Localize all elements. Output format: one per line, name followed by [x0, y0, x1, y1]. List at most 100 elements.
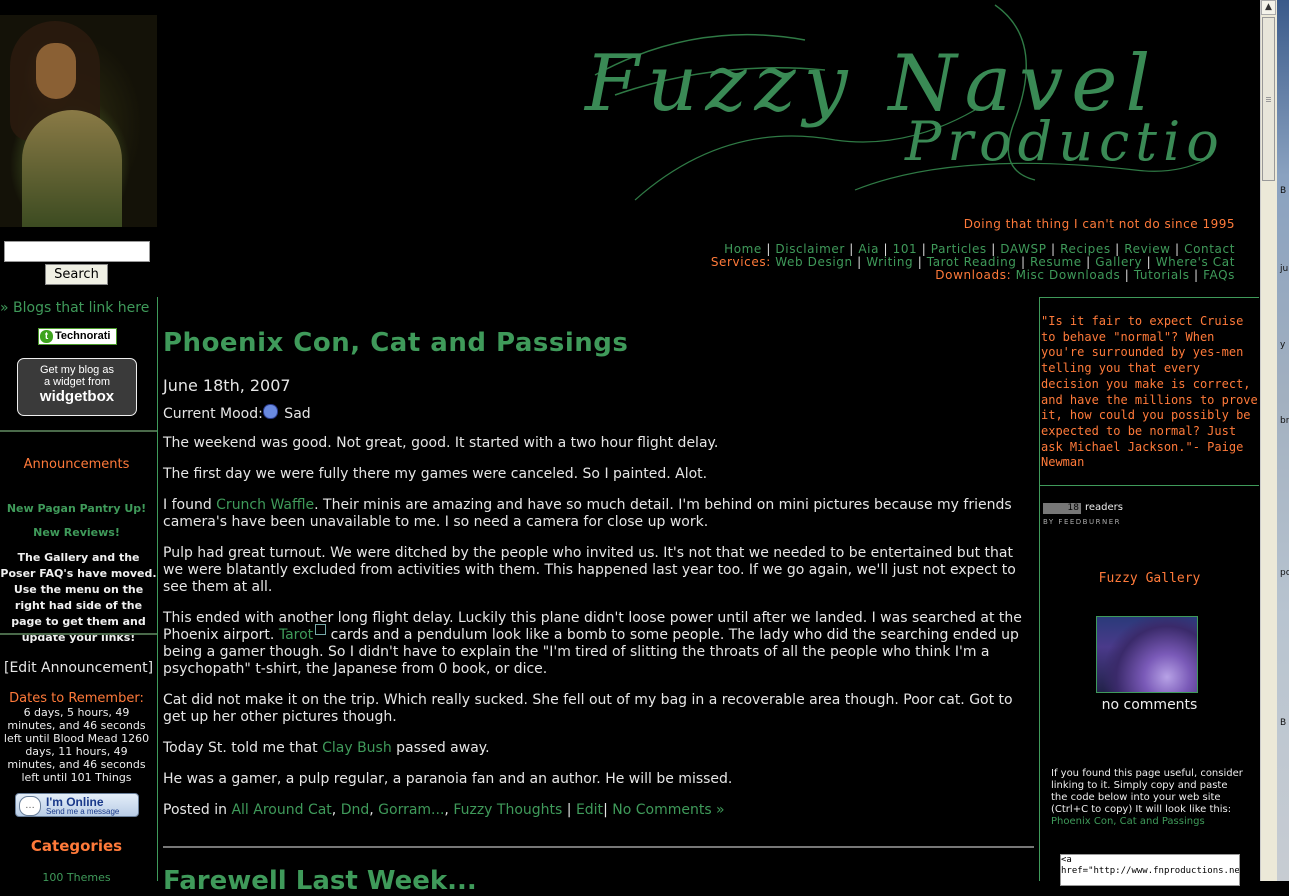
widgetbox-text-1: Get my blog as [40, 364, 114, 376]
chat-bubble-icon: … [19, 796, 41, 816]
link-example[interactable]: Phoenix Con, Cat and Passings [1051, 816, 1205, 827]
post-meta: Posted in All Around Cat, Dnd, Gorram...… [163, 802, 725, 818]
right-column-border [1039, 297, 1040, 881]
nav-dawsp[interactable]: DAWSP [1000, 242, 1046, 256]
im-send-message-label: Send me a message [46, 807, 120, 816]
nav-tarot-reading[interactable]: Tarot Reading [927, 255, 1017, 269]
blogs-that-link-here-link[interactable]: » Blogs that link here [0, 300, 157, 316]
nav-aia[interactable]: Aia [858, 242, 879, 256]
mood-value: Sad [279, 406, 311, 422]
random-quote: "Is it fair to expect Cruise to behave "… [1041, 314, 1258, 470]
clay-bush-link[interactable]: Clay Bush [322, 740, 392, 756]
post-divider [163, 846, 1034, 848]
post-paragraph: This ended with another long flight dela… [163, 610, 1022, 677]
categories-title: Categories [30, 837, 123, 855]
next-post-title[interactable]: Farewell Last Week... [163, 866, 477, 896]
comments-link[interactable]: No Comments » [612, 802, 724, 818]
im-online-button[interactable]: … I'm Online Send me a message [15, 793, 139, 817]
nav-gallery[interactable]: Gallery [1095, 255, 1142, 269]
desktop-label: B [1280, 186, 1287, 196]
link-to-page-info: If you found this page useful, consider … [1051, 768, 1246, 828]
dates-to-remember-title: Dates to Remember: [9, 691, 144, 706]
post-paragraph: The first day we were fully there my gam… [163, 466, 708, 482]
edit-post-link[interactable]: Edit [576, 802, 603, 818]
nav-web-design[interactable]: Web Design [775, 255, 852, 269]
post-title[interactable]: Phoenix Con, Cat and Passings [163, 328, 1035, 358]
site-logo[interactable]: Fuzzy Navel Productions [575, 0, 1225, 215]
external-link-icon [315, 624, 327, 635]
desktop-label: y [1280, 340, 1286, 350]
left-divider [0, 633, 157, 635]
nav-particles[interactable]: Particles [931, 242, 987, 256]
post-paragraph: He was a gamer, a pulp regular, a parano… [163, 771, 733, 787]
blog-post: Phoenix Con, Cat and Passings June 18th,… [163, 328, 1035, 818]
edit-announcement-link[interactable]: [Edit Announcement] [4, 660, 153, 676]
site-tagline: Doing that thing I can't not do since 19… [963, 217, 1235, 231]
posted-in-label: Posted in [163, 802, 232, 818]
nav-wheres-cat[interactable]: Where's Cat [1156, 255, 1235, 269]
post-paragraph: The weekend was good. Not great, good. I… [163, 435, 719, 451]
desktop-label: ju [1280, 264, 1289, 274]
search-button[interactable]: Search [45, 264, 108, 285]
gallery-title: Fuzzy Gallery [1098, 571, 1201, 586]
category-dnd[interactable]: Dnd [341, 802, 370, 818]
nav-review[interactable]: Review [1124, 242, 1170, 256]
announcement-pagan-pantry-link[interactable]: New Pagan Pantry Up! [0, 502, 153, 515]
nav-misc-downloads[interactable]: Misc Downloads [1016, 268, 1121, 282]
scrollbar-thumb[interactable] [1262, 17, 1275, 181]
services-label: Services: [710, 255, 771, 269]
category-link[interactable]: 100 Themes [0, 871, 153, 884]
nav-faqs[interactable]: FAQs [1203, 268, 1235, 282]
downloads-label: Downloads: [935, 268, 1012, 282]
feedburner-count[interactable]: 18 [1043, 503, 1081, 514]
announcement-reviews-link[interactable]: New Reviews! [0, 526, 153, 539]
post-paragraph: Pulp had great turnout. We were ditched … [163, 545, 1016, 595]
feedburner-readers-label: readers [1085, 502, 1123, 513]
category-all-around-cat[interactable]: All Around Cat [231, 802, 331, 818]
link-info-text: If you found this page useful, consider … [1051, 768, 1243, 815]
feedburner-credit: BY FEEDBURNER [1043, 518, 1121, 526]
widgetbox-text-2: a widget from [43, 376, 111, 388]
nav-101[interactable]: 101 [893, 242, 918, 256]
logo-text-line2: Productions [904, 110, 1225, 173]
left-column-border [157, 297, 158, 881]
gallery-thumbnail[interactable] [1096, 616, 1198, 693]
post-paragraph: I found Crunch Waffle. Their minis are a… [163, 497, 1012, 530]
nav-resume[interactable]: Resume [1030, 255, 1082, 269]
sad-face-icon [262, 404, 278, 419]
mood-label: Current Mood: [163, 406, 263, 422]
technorati-badge[interactable]: t Technorati [38, 328, 117, 345]
site-navigation: Home | Disclaimer | Aia | 101 | Particle… [560, 243, 1235, 282]
scroll-up-arrow-icon[interactable]: ▲ [1261, 0, 1276, 15]
desktop-label: pc [1280, 568, 1289, 578]
nav-writing[interactable]: Writing [866, 255, 913, 269]
nav-contact[interactable]: Contact [1184, 242, 1235, 256]
announcements-title: Announcements [23, 457, 130, 472]
countdown-text: 6 days, 5 hours, 49 minutes, and 46 seco… [3, 706, 150, 784]
author-portrait [0, 15, 157, 227]
gallery-caption: no comments [1101, 697, 1198, 713]
widgetbox-logo-text: widgetbox [39, 388, 115, 405]
nav-home[interactable]: Home [724, 242, 762, 256]
nav-downloads-row: Downloads: Misc Downloads | Tutorials | … [935, 268, 1235, 282]
crunch-waffle-link[interactable]: Crunch Waffle [216, 497, 314, 513]
technorati-label: Technorati [55, 330, 111, 342]
post-paragraph: Cat did not make it on the trip. Which r… [163, 692, 1013, 725]
category-fuzzy-thoughts[interactable]: Fuzzy Thoughts [453, 802, 562, 818]
desktop-label: B [1280, 718, 1287, 728]
left-divider [0, 430, 157, 432]
category-gorram[interactable]: Gorram... [378, 802, 444, 818]
desktop-background [1277, 0, 1289, 881]
nav-recipes[interactable]: Recipes [1060, 242, 1111, 256]
desktop-label: br [1280, 416, 1289, 426]
widgetbox-badge[interactable]: Get my blog as a widget from widgetbox [17, 358, 137, 416]
link-code-textarea[interactable]: <a href="http://www.fnproductions.net [1060, 854, 1240, 886]
nav-disclaimer[interactable]: Disclaimer [775, 242, 844, 256]
right-divider [1040, 297, 1259, 298]
post-date: June 18th, 2007 [163, 376, 291, 395]
search-input[interactable] [4, 241, 150, 262]
right-divider [1040, 485, 1259, 486]
announcement-text: The Gallery and the Poser FAQ's have mov… [0, 551, 157, 644]
nav-tutorials[interactable]: Tutorials [1134, 268, 1190, 282]
tarot-link[interactable]: Tarot [279, 627, 313, 643]
